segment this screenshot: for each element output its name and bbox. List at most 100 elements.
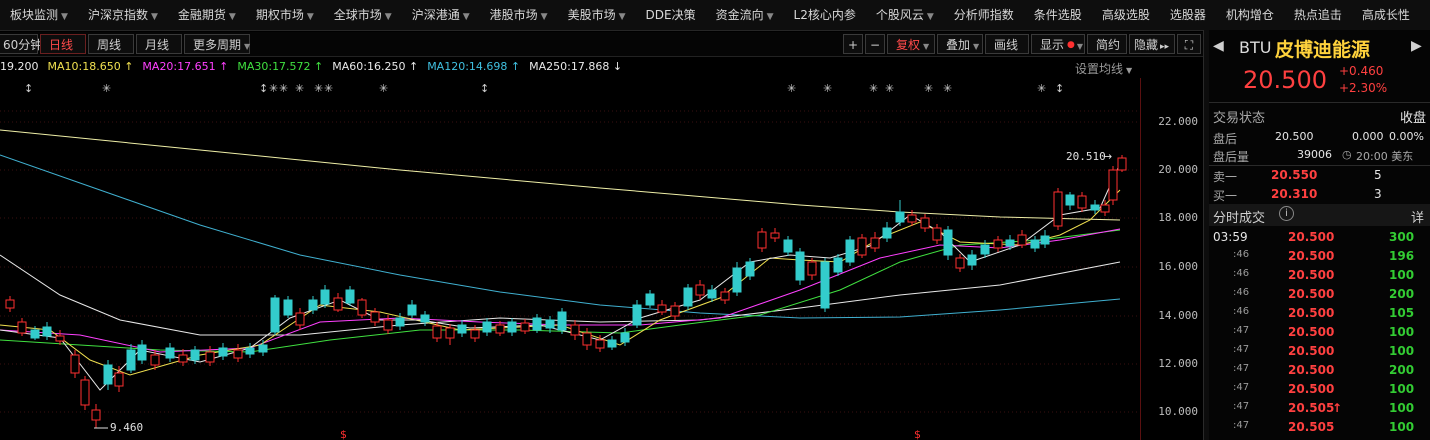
restore-rights-label: 复权	[896, 38, 921, 52]
tick-volume: 105	[1389, 306, 1415, 320]
draw-line-button[interactable]: 画线	[985, 34, 1029, 54]
hide-button[interactable]: 隐藏 ▸▸	[1129, 34, 1175, 54]
more-periods-button[interactable]: 更多周期 ▼	[184, 34, 250, 54]
tick-detail-button[interactable]: 详	[1411, 207, 1424, 226]
tick-row: :47 20.505 100	[1209, 418, 1430, 437]
zoom-out-button[interactable]: −	[865, 34, 885, 54]
menu-item-label: 板块监测	[10, 8, 59, 22]
menu-item[interactable]: 热点追击	[1284, 0, 1352, 30]
candle-body	[683, 287, 693, 307]
chevron-down-icon: ▼	[618, 12, 626, 22]
tick-row: :46 20.500 196	[1209, 247, 1430, 266]
trading-status-row: 交易状态 收盘	[1209, 105, 1430, 126]
tick-time: :46	[1233, 268, 1250, 279]
event-marker-icon: ✳	[379, 82, 388, 95]
menu-item[interactable]: 选股器	[1160, 0, 1216, 30]
fullscreen-button[interactable]: ⛶	[1177, 34, 1201, 54]
ma-legend-item: MA120:14.698 ↑	[427, 60, 521, 73]
tick-time: :47	[1233, 344, 1250, 355]
zoom-in-button[interactable]: +	[843, 34, 863, 54]
setup-ma-button[interactable]: 设置均线 ▼	[1075, 60, 1132, 77]
menu-item[interactable]: 全球市场 ▼	[324, 0, 402, 30]
menu-item[interactable]: 美股市场 ▼	[558, 0, 636, 30]
simple-mode-button[interactable]: 简约	[1087, 34, 1127, 54]
next-stock-icon[interactable]: ▶	[1411, 38, 1422, 54]
axis-label: 20.000	[1158, 163, 1198, 176]
candle-body	[1117, 157, 1127, 171]
menu-item-label: 热点追击	[1293, 8, 1342, 22]
menu-item[interactable]: 分析师指数	[944, 0, 1024, 30]
event-marker-icon: ✳	[885, 82, 894, 95]
menu-item[interactable]: 金融期货 ▼	[168, 0, 246, 30]
period-weekly-button[interactable]: 周线	[88, 34, 134, 54]
ma-legend-item: MA20:17.651 ↑	[142, 60, 229, 73]
top-menu-bar: 板块监测 ▼ 沪深京指数 ▼ 金融期货 ▼ 期权市场 ▼ 全球市场 ▼ 沪深港通 ▼ 港股市场 ▼ 美股市场…	[0, 0, 1430, 31]
candle-body	[520, 322, 530, 332]
info-icon[interactable]: i	[1279, 206, 1294, 221]
tick-price: 20.505	[1288, 401, 1335, 415]
menu-item[interactable]: 沪深港通 ▼	[402, 0, 480, 30]
candle-body	[1100, 204, 1110, 213]
tick-volume: 100	[1389, 344, 1415, 358]
menu-item[interactable]: 机构增仓	[1216, 0, 1284, 30]
menu-item[interactable]: 沪深京指数 ▼	[78, 0, 168, 30]
candle-body	[507, 321, 517, 333]
candle-body	[370, 311, 380, 323]
menu-item[interactable]: 高成长性	[1352, 0, 1420, 30]
candle-body	[967, 254, 977, 266]
menu-item[interactable]: 板块监测 ▼	[0, 0, 78, 30]
period-60min-button[interactable]: 60分钟	[0, 34, 42, 54]
tick-row: :47 20.500 100	[1209, 380, 1430, 399]
dividend-marker-icon: $	[340, 428, 347, 440]
menu-item[interactable]: 期权市场 ▼	[246, 0, 324, 30]
event-marker-icon: ✳	[279, 82, 288, 95]
menu-item[interactable]: 条件选股	[1024, 0, 1092, 30]
menu-item-label: L2核心内参	[793, 8, 856, 22]
tick-price: 20.500	[1288, 363, 1335, 377]
clock-icon: ◷	[1342, 148, 1352, 161]
menu-item[interactable]: 港股市场 ▼	[480, 0, 558, 30]
overlay-button[interactable]: 叠加 ▼	[937, 34, 983, 54]
period-monthly-button[interactable]: 月线	[136, 34, 182, 54]
candle-body	[283, 299, 293, 316]
after-hours-label: 盘后	[1213, 132, 1238, 146]
ma-legend-item: MA250:17.868 ↓	[529, 60, 623, 73]
tick-time: :47	[1233, 420, 1250, 431]
period-daily-button[interactable]: 日线	[40, 34, 86, 54]
tick-volume: 200	[1389, 287, 1415, 301]
tick-volume: 196	[1389, 249, 1415, 263]
menu-item[interactable]: 个股风云 ▼	[866, 0, 944, 30]
tick-volume: 300	[1389, 230, 1415, 244]
ma-legend-item: 19.200	[0, 60, 39, 73]
stock-code: BTU	[1239, 38, 1272, 57]
candle-body	[165, 347, 175, 359]
candle-body	[114, 372, 124, 387]
display-button[interactable]: 显示 ● ▼	[1031, 34, 1085, 54]
menu-item[interactable]: 机构	[1420, 0, 1430, 30]
tick-time: :46	[1233, 287, 1250, 298]
menu-item[interactable]: DDE决策	[636, 0, 706, 30]
stock-name: 皮博迪能源	[1275, 39, 1371, 61]
candle-body	[670, 305, 680, 317]
menu-item[interactable]: L2核心内参	[784, 0, 866, 30]
tick-volume: 200	[1389, 363, 1415, 377]
candle-body	[1053, 191, 1063, 227]
tick-price: 20.505	[1288, 420, 1335, 434]
candle-body	[570, 324, 580, 336]
candle-body	[882, 227, 892, 239]
candle-body	[270, 297, 280, 333]
candlestick-chart[interactable]: ↕ ✳ ↕ ✳ ✳ ✳ ✳ ✳ ✳ ↕ ✳ ✳ ✳ ✳ ✳ ✳ ✳ ↕$ $20.510→9.460	[0, 78, 1140, 440]
restore-rights-button[interactable]: 复权 ▼	[887, 34, 935, 54]
candle-body	[1040, 235, 1050, 245]
tick-time: :46	[1233, 249, 1250, 260]
tick-row: :46 20.500 200	[1209, 285, 1430, 304]
candle-body	[420, 314, 430, 323]
menu-item[interactable]: 资金流向 ▼	[706, 0, 784, 30]
candle-body	[295, 312, 305, 326]
menu-item[interactable]: 高级选股	[1092, 0, 1160, 30]
candle-body	[820, 261, 830, 309]
menu-item-label: 沪深京指数	[87, 8, 148, 22]
candle-body	[1065, 194, 1075, 206]
prev-stock-icon[interactable]: ◀	[1213, 38, 1224, 54]
chevron-down-icon: ▼	[766, 12, 774, 22]
